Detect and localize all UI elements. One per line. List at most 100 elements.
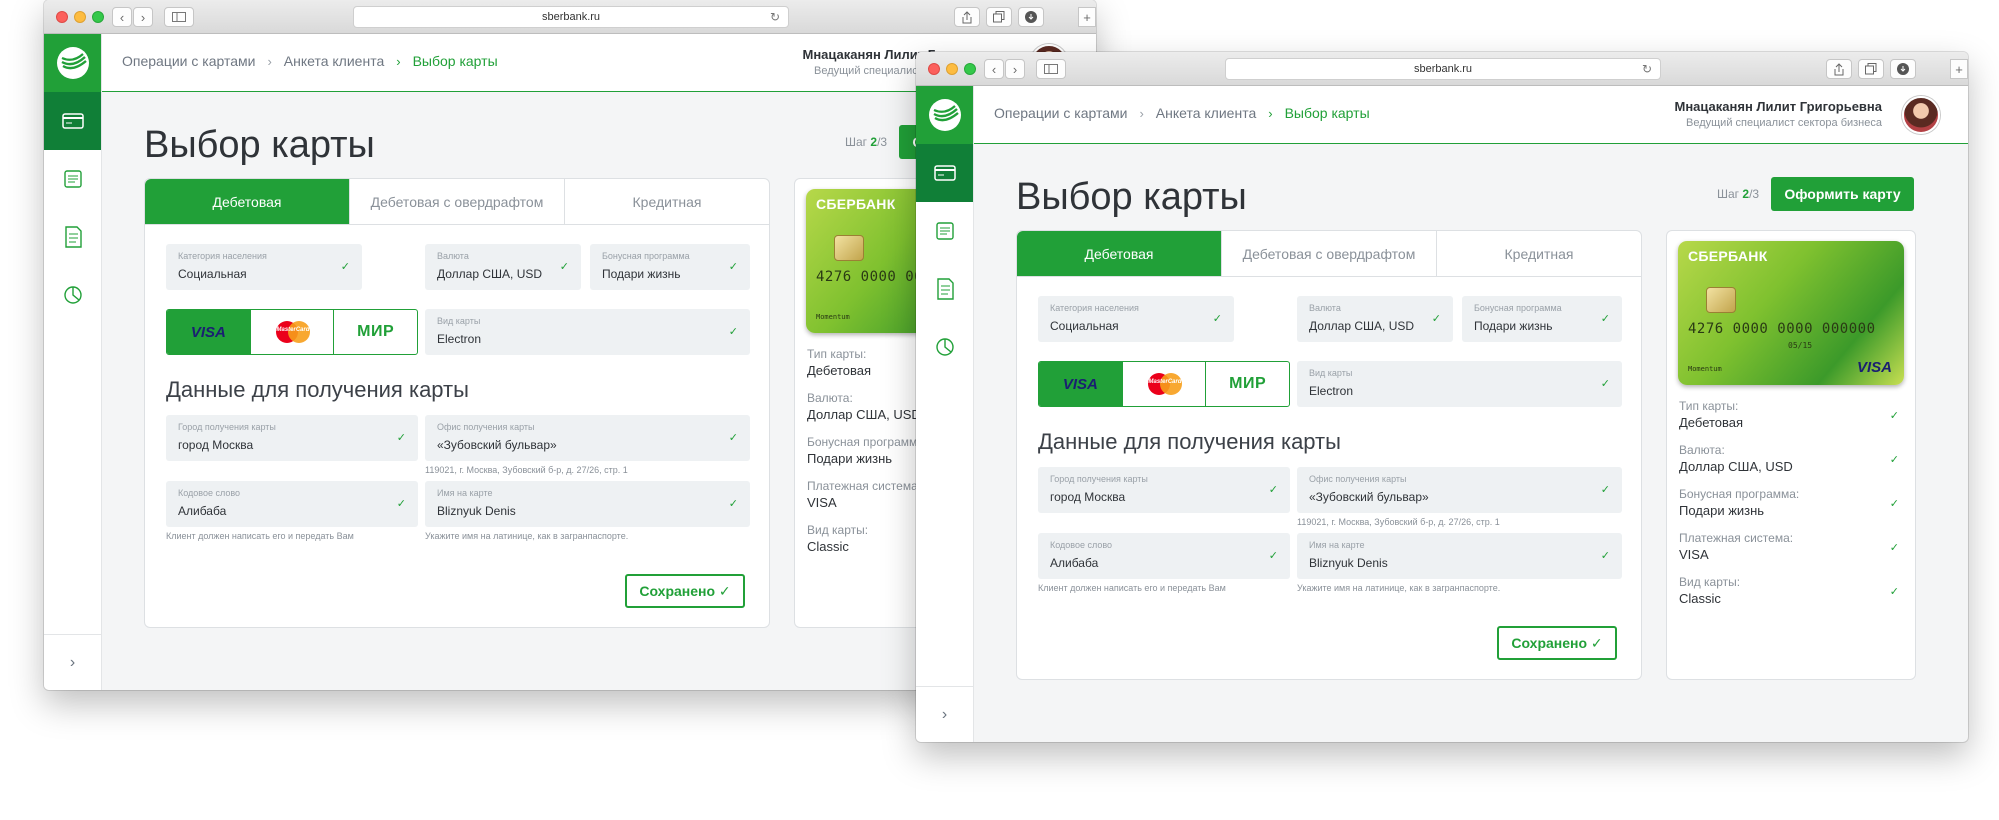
close-window-button[interactable] (56, 11, 68, 23)
sidebar-item-cards[interactable] (44, 92, 101, 150)
check-icon: ✓ (1600, 378, 1610, 390)
page-title: Выбор карты (144, 124, 375, 166)
downloads-button[interactable] (1890, 59, 1916, 79)
breadcrumb-item[interactable]: Анкета клиента (284, 53, 384, 69)
sidebar-item-documents[interactable] (916, 260, 973, 318)
sidebar-toggle-button[interactable] (164, 7, 194, 27)
tab-debit[interactable]: Дебетовая (145, 179, 350, 224)
field-label: Имя на карте (1309, 540, 1365, 550)
codeword-field[interactable]: Кодовое слово Алибаба ✓ (1038, 533, 1290, 579)
sidebar-expand-button[interactable]: › (916, 686, 973, 742)
card-holder: Momentum (1688, 365, 1722, 373)
sidebar-item-operations[interactable] (44, 150, 101, 208)
bonus-program-select[interactable]: Бонусная программа Подари жизнь ✓ (590, 244, 750, 290)
field-value: Bliznyuk Denis (1309, 556, 1388, 570)
back-button[interactable]: ‹ (984, 59, 1004, 79)
bonus-program-select[interactable]: Бонусная программа Подари жизнь ✓ (1462, 296, 1622, 342)
close-window-button[interactable] (928, 63, 940, 75)
category-select[interactable]: Категория населения Социальная ✓ (166, 244, 362, 290)
header: Операции с картами › Анкета клиента › Вы… (974, 86, 1968, 144)
office-select[interactable]: Офис получения карты «Зубовский бульвар»… (1297, 467, 1622, 513)
share-button[interactable] (1826, 59, 1852, 79)
payment-system-mir[interactable]: МИР (334, 310, 417, 354)
breadcrumb-item[interactable]: Анкета клиента (1156, 105, 1256, 121)
address-bar[interactable]: sberbank.ru ↻ (1225, 58, 1661, 80)
codeword-field[interactable]: Кодовое слово Алибаба ✓ (166, 481, 418, 527)
sberbank-logo[interactable] (916, 86, 973, 144)
tab-debit[interactable]: Дебетовая (1017, 231, 1222, 276)
zoom-window-button[interactable] (964, 63, 976, 75)
url-text: sberbank.ru (541, 11, 601, 23)
step-indicator: Шаг 2/3 (1717, 187, 1759, 201)
card-kind-select[interactable]: Вид карты Electron ✓ (425, 309, 750, 355)
city-select[interactable]: Город получения карты город Москва ✓ (1038, 467, 1290, 513)
name-on-card-field[interactable]: Имя на карте Bliznyuk Denis ✓ (1297, 533, 1622, 579)
name-on-card-field[interactable]: Имя на карте Bliznyuk Denis ✓ (425, 481, 750, 527)
tabs-button[interactable] (1858, 59, 1884, 79)
field-value: «Зубовский бульвар» (1309, 490, 1429, 504)
address-bar[interactable]: sberbank.ru ↻ (353, 6, 789, 28)
new-tab-button[interactable]: + (1078, 7, 1096, 27)
field-value: Подари жизнь (1474, 319, 1553, 333)
sberbank-logo-icon (56, 47, 89, 79)
sberbank-logo[interactable] (44, 34, 101, 92)
list-document-icon (63, 170, 82, 188)
card-kind-select[interactable]: Вид карты Electron ✓ (1297, 361, 1622, 407)
sidebar-item-operations[interactable] (916, 202, 973, 260)
saved-button[interactable]: Сохранено ✓ (625, 574, 745, 608)
mir-logo: МИР (357, 323, 395, 340)
reload-icon[interactable]: ↻ (1642, 62, 1652, 76)
chevron-right-icon: › (1139, 105, 1144, 121)
field-label: Категория населения (178, 251, 267, 261)
currency-select[interactable]: Валюта Доллар США, USD ✓ (1297, 296, 1453, 342)
user-info[interactable]: Мнацаканян Лилит Григорьевна Ведущий спе… (1675, 99, 1883, 129)
field-label: Офис получения карты (1309, 474, 1407, 484)
tabs-button[interactable] (986, 7, 1012, 27)
saved-button[interactable]: Сохранено ✓ (1497, 626, 1617, 660)
field-label: Имя на карте (437, 488, 493, 498)
sidebar-item-cards[interactable] (916, 144, 973, 202)
breadcrumb-item[interactable]: Операции с картами (122, 53, 255, 69)
breadcrumb-item[interactable]: Операции с картами (994, 105, 1127, 121)
check-icon: ✓ (396, 498, 406, 510)
payment-system-visa[interactable]: VISA (167, 310, 251, 354)
forward-button[interactable]: › (133, 7, 153, 27)
check-icon: ✓ (1889, 454, 1899, 466)
currency-select[interactable]: Валюта Доллар США, USD ✓ (425, 244, 581, 290)
zoom-window-button[interactable] (92, 11, 104, 23)
avatar[interactable] (1902, 96, 1940, 134)
pie-chart-icon (63, 286, 82, 304)
sidebar-item-analytics[interactable] (916, 318, 973, 376)
sidebar-item-documents[interactable] (44, 208, 101, 266)
reload-icon[interactable]: ↻ (770, 10, 780, 24)
chevron-left-icon: ‹ (119, 9, 125, 25)
back-button[interactable]: ‹ (112, 7, 132, 27)
minimize-window-button[interactable] (946, 63, 958, 75)
category-select[interactable]: Категория населения Социальная ✓ (1038, 296, 1234, 342)
new-tab-button[interactable]: + (1950, 59, 1968, 79)
payment-system-mir[interactable]: МИР (1206, 362, 1289, 406)
user-name: Мнацаканян Лилит Григорьевна (1674, 99, 1883, 114)
payment-system-visa[interactable]: VISA (1039, 362, 1123, 406)
office-select[interactable]: Офис получения карты «Зубовский бульвар»… (425, 415, 750, 461)
payment-system-selector: VISA MasterCard МИР (1038, 361, 1290, 407)
tab-credit[interactable]: Кредитная (565, 179, 769, 224)
tab-credit[interactable]: Кредитная (1437, 231, 1641, 276)
forward-button[interactable]: › (1005, 59, 1025, 79)
share-button[interactable] (954, 7, 980, 27)
tab-debit-overdraft[interactable]: Дебетовая с овердрафтом (1222, 231, 1437, 276)
downloads-button[interactable] (1018, 7, 1044, 27)
minimize-window-button[interactable] (74, 11, 86, 23)
tab-debit-overdraft[interactable]: Дебетовая с овердрафтом (350, 179, 565, 224)
sidebar-expand-button[interactable]: › (44, 634, 101, 690)
sidebar-toggle-button[interactable] (1036, 59, 1066, 79)
sidebar-item-analytics[interactable] (44, 266, 101, 324)
payment-system-mastercard[interactable]: MasterCard (1123, 362, 1207, 406)
check-icon: ✓ (1889, 542, 1899, 554)
check-icon: ✓ (559, 261, 569, 273)
sberbank-logo-icon (928, 99, 961, 131)
summary-value: VISA (1679, 547, 1709, 562)
city-select[interactable]: Город получения карты город Москва ✓ (166, 415, 418, 461)
payment-system-mastercard[interactable]: MasterCard (251, 310, 335, 354)
submit-card-button[interactable]: Оформить карту (1771, 177, 1914, 211)
